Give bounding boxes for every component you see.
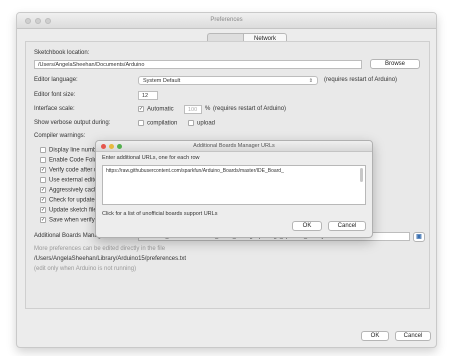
url-line: https://raw.githubusercontent.com/sparkf… xyxy=(106,168,284,174)
cancel-button[interactable]: Cancel xyxy=(395,331,431,341)
more-preferences-note: More preferences can be edited directly … xyxy=(34,246,166,252)
urls-textarea[interactable]: https://raw.githubusercontent.com/sparkf… xyxy=(102,165,366,205)
dialog-ok-button[interactable]: OK xyxy=(292,221,322,231)
checkbox-box-icon xyxy=(40,157,46,163)
select-arrows-icon: ⇕ xyxy=(308,78,313,84)
verbose-compilation-checkbox[interactable]: compilation xyxy=(138,120,177,127)
sketchbook-label: Sketchbook location: xyxy=(34,50,90,56)
window-titlebar: Preferences xyxy=(17,13,436,29)
dialog-prompt: Enter additional URLs, one for each row xyxy=(102,155,200,161)
boards-urls-dialog: Additional Boards Manager URLs Enter add… xyxy=(95,140,373,238)
check-icon: ✓ xyxy=(40,207,46,213)
ok-button[interactable]: OK xyxy=(361,331,389,341)
verbose-upload-checkbox[interactable]: upload xyxy=(188,120,215,127)
checkbox-label: Use external editor xyxy=(49,177,100,184)
scale-label: Interface scale: xyxy=(34,106,75,112)
check-icon: ✓ xyxy=(40,187,46,193)
window-title: Preferences xyxy=(210,17,243,23)
checkbox-box-icon xyxy=(40,177,46,183)
checkbox-external-editor[interactable]: Use external editor xyxy=(40,177,99,184)
dialog-cancel-button[interactable]: Cancel xyxy=(328,221,366,231)
scale-percent-sign: % xyxy=(205,106,211,112)
open-url-list-button[interactable]: ▣ xyxy=(413,232,425,242)
checkbox-box-icon xyxy=(138,120,144,126)
browse-button[interactable]: Browse xyxy=(370,59,420,69)
scale-automatic-checkbox[interactable]: ✓ Automatic xyxy=(138,106,174,113)
font-size-field[interactable]: 12 xyxy=(138,91,158,100)
window-icon: ▣ xyxy=(416,234,422,240)
language-label: Editor language: xyxy=(34,77,78,83)
check-icon: ✓ xyxy=(138,106,144,112)
language-select[interactable]: System Default ⇕ xyxy=(138,76,318,85)
verbose-compilation-label: compilation xyxy=(147,120,178,127)
compiler-warnings-label: Compiler warnings: xyxy=(34,133,86,139)
checkbox-box-icon xyxy=(188,120,194,126)
language-restart-note: (requires restart of Arduino) xyxy=(324,77,398,83)
scale-percent-field[interactable]: 100 xyxy=(184,105,202,114)
dialog-titlebar: Additional Boards Manager URLs xyxy=(96,141,372,152)
check-icon: ✓ xyxy=(40,197,46,203)
scale-restart-note: (requires restart of Arduino) xyxy=(213,106,287,112)
unofficial-boards-link[interactable]: Click for a list of unofficial boards su… xyxy=(102,211,217,217)
preferences-file-path: /Users/AngelaSheehan/Library/Arduino15/p… xyxy=(34,256,187,262)
verbose-upload-label: upload xyxy=(197,120,216,127)
sketchbook-path-field[interactable]: /Users/AngelaSheehan/Documents/Arduino xyxy=(34,60,362,69)
checkbox-box-icon xyxy=(40,147,46,153)
verbose-label: Show verbose output during: xyxy=(34,120,111,126)
check-icon: ✓ xyxy=(40,217,46,223)
font-size-label: Editor font size: xyxy=(34,92,76,98)
edit-only-note: (edit only when Arduino is not running) xyxy=(34,266,137,272)
language-value: System Default xyxy=(143,78,181,84)
check-icon: ✓ xyxy=(40,167,46,173)
dialog-title: Additional Boards Manager URLs xyxy=(193,143,275,149)
textarea-scrollbar[interactable] xyxy=(360,168,363,182)
scale-automatic-label: Automatic xyxy=(147,106,174,113)
